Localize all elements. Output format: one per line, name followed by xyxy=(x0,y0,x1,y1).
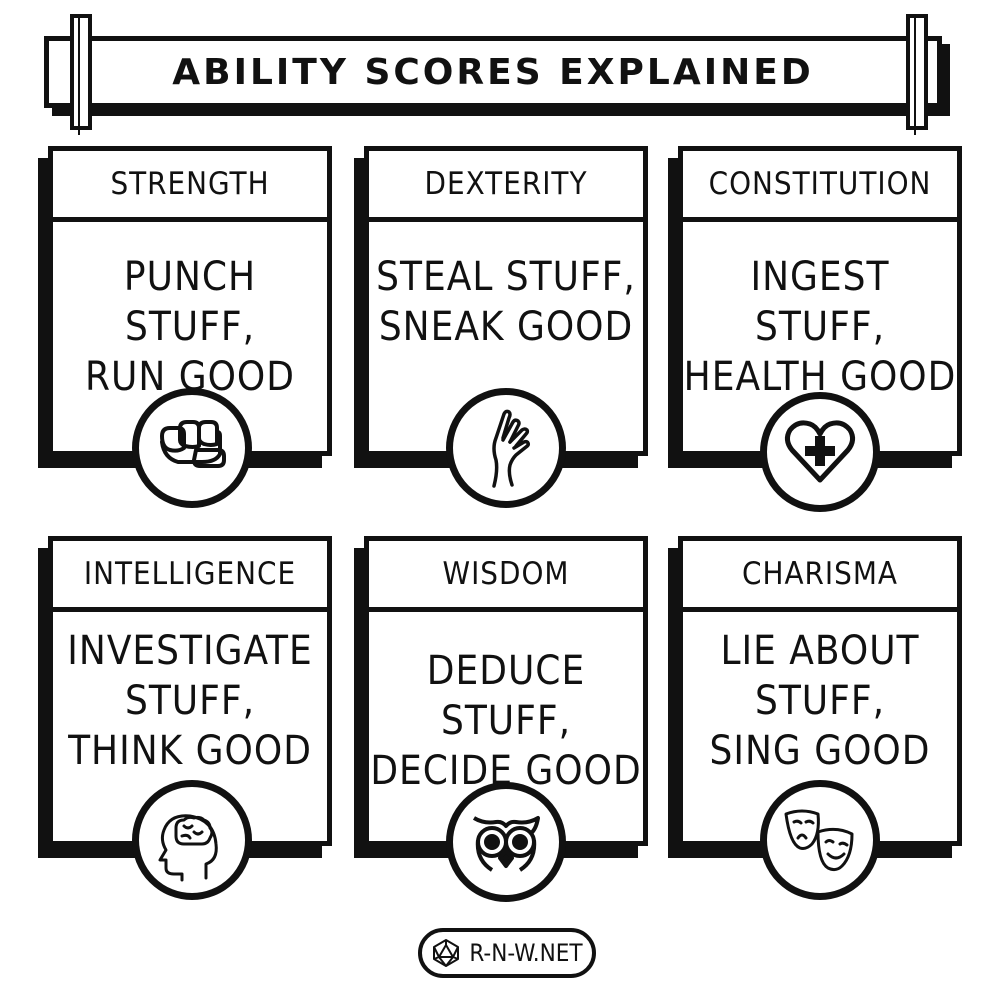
card-title: DEXTERITY xyxy=(369,151,643,222)
d20-icon xyxy=(431,938,461,968)
fist-icon xyxy=(132,388,252,508)
card-description: LIE ABOUT STUFF, SING GOOD xyxy=(683,612,957,776)
description-line: SING GOOD xyxy=(709,728,931,774)
description-line: SNEAK GOOD xyxy=(378,304,634,350)
description-line: STUFF, xyxy=(754,678,885,724)
description-line: INGEST STUFF, xyxy=(750,254,890,350)
page-title: ABILITY SCORES EXPLAINED xyxy=(172,51,814,93)
description-line: DEDUCE STUFF, xyxy=(426,648,586,744)
card-description: INGEST STUFF, HEALTH GOOD xyxy=(683,222,957,402)
description-line: THINK GOOD xyxy=(68,728,312,774)
heart-plus-icon xyxy=(760,392,880,512)
card-title: CHARISMA xyxy=(683,541,957,612)
card-title: WISDOM xyxy=(369,541,643,612)
title-banner: ABILITY SCORES EXPLAINED xyxy=(44,36,942,108)
description-line: PUNCH STUFF, xyxy=(123,254,257,350)
card-description: INVESTIGATE STUFF, THINK GOOD xyxy=(53,612,327,776)
description-line: INVESTIGATE xyxy=(67,628,313,674)
card-title: INTELLIGENCE xyxy=(53,541,327,612)
banner-post-left xyxy=(70,14,92,135)
footer-link[interactable]: R-N-W.NET xyxy=(469,939,582,967)
card-title: STRENGTH xyxy=(53,151,327,222)
owl-icon xyxy=(446,782,566,902)
description-line: STUFF, xyxy=(124,678,255,724)
hand-icon xyxy=(446,388,566,508)
banner-post-right xyxy=(906,14,928,135)
description-line: LIE ABOUT xyxy=(720,628,920,674)
brain-head-icon xyxy=(132,780,252,900)
card-description: PUNCH STUFF, RUN GOOD xyxy=(53,222,327,402)
card-title: CONSTITUTION xyxy=(683,151,957,222)
card-description: DEDUCE STUFF, DECIDE GOOD xyxy=(369,612,643,796)
description-line: STEAL STUFF, xyxy=(376,254,636,300)
footer-badge[interactable]: R-N-W.NET xyxy=(418,928,596,978)
theater-masks-icon xyxy=(760,780,880,900)
card-description: STEAL STUFF, SNEAK GOOD xyxy=(369,222,643,352)
